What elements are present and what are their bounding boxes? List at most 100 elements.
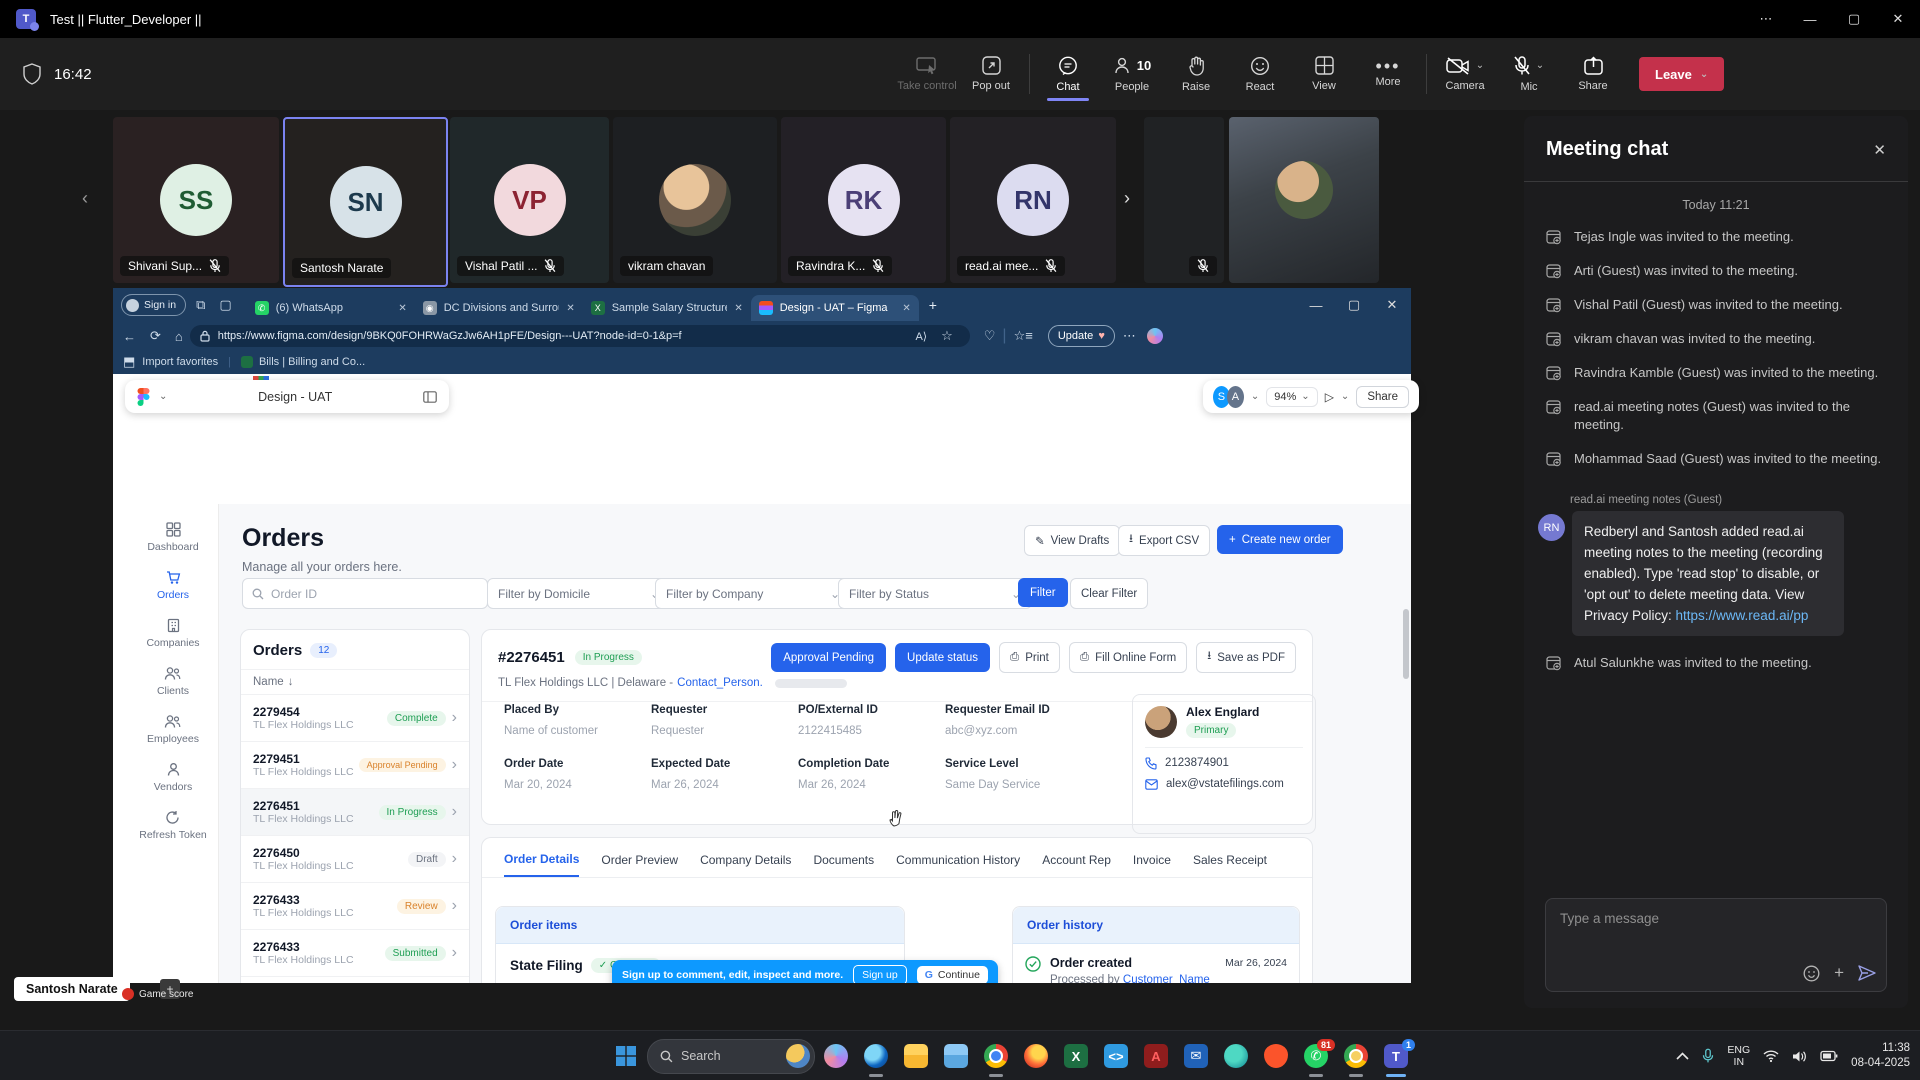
message-input[interactable]	[1558, 909, 1862, 953]
favorite-star-icon[interactable]: ☆	[941, 328, 953, 344]
tab-close-icon[interactable]: ✕	[734, 303, 742, 314]
new-tab-button[interactable]: +	[929, 297, 937, 313]
collaborators-chevron[interactable]: ⌄	[1251, 391, 1259, 402]
tab-account-rep[interactable]: Account Rep	[1042, 853, 1111, 876]
home-icon[interactable]: ⌂	[175, 329, 183, 344]
browser-minimize-button[interactable]: —	[1297, 288, 1335, 322]
battery-icon[interactable]	[1820, 1050, 1838, 1062]
present-icon[interactable]: ▷	[1325, 390, 1334, 404]
chat-button[interactable]: Chat	[1036, 43, 1100, 105]
privacy-policy-link[interactable]: https://www.read.ai/pp	[1676, 608, 1809, 623]
react-button[interactable]: React	[1228, 43, 1292, 105]
customer-name-link[interactable]: Customer_Name	[1123, 974, 1210, 983]
tab-invoice[interactable]: Invoice	[1133, 853, 1171, 876]
window-more-button[interactable]: ⋯	[1744, 0, 1788, 38]
video-tile[interactable]: RK Ravindra K...	[781, 117, 946, 283]
sort-descending-icon[interactable]: ↓	[288, 676, 294, 688]
mail-icon[interactable]: ✉	[1177, 1033, 1215, 1079]
tray-mic-icon[interactable]	[1702, 1048, 1714, 1064]
video-tile-camera-on[interactable]	[1229, 117, 1379, 283]
window-minimize-button[interactable]: —	[1788, 0, 1832, 38]
filter-domicile-dropdown[interactable]: Filter by Domicile⌄	[487, 578, 671, 609]
volume-icon[interactable]	[1792, 1050, 1807, 1063]
video-tile-active-speaker[interactable]: SN Santosh Narate	[283, 117, 448, 287]
send-icon[interactable]	[1858, 965, 1876, 981]
read-aloud-icon[interactable]: A⟩	[915, 330, 927, 343]
import-favorites-link[interactable]: Import favorites	[142, 356, 218, 368]
contact-email[interactable]: alex@vstatefilings.com	[1166, 778, 1284, 790]
brave-icon[interactable]	[1257, 1033, 1295, 1079]
window-close-button[interactable]: ✕	[1876, 0, 1920, 38]
video-tile[interactable]: RN read.ai mee...	[950, 117, 1116, 283]
tab-documents[interactable]: Documents	[813, 853, 874, 876]
chat-close-icon[interactable]: ✕	[1873, 141, 1886, 159]
window-maximize-button[interactable]: ▢	[1832, 0, 1876, 38]
tab-communication-history[interactable]: Communication History	[896, 853, 1020, 876]
filter-button[interactable]: Filter	[1018, 578, 1068, 607]
tab-order-details[interactable]: Order Details	[504, 852, 579, 877]
emoji-icon[interactable]	[1803, 965, 1820, 982]
explorer-icon[interactable]	[897, 1033, 935, 1079]
video-tile[interactable]: vikram chavan	[613, 117, 777, 283]
fill-online-form-button[interactable]: ⎙Fill Online Form	[1069, 642, 1187, 673]
filter-status-dropdown[interactable]: Filter by Status⌄	[838, 578, 1032, 609]
edge-icon[interactable]	[857, 1033, 895, 1079]
workspaces-icon[interactable]: ⧉	[196, 297, 205, 313]
more-button[interactable]: ••• More	[1356, 43, 1420, 105]
taskbar-search[interactable]: Search	[647, 1039, 815, 1074]
export-csv-button[interactable]: ⭳Export CSV	[1118, 525, 1210, 556]
firefox-icon[interactable]	[1017, 1033, 1055, 1079]
filter-company-dropdown[interactable]: Filter by Company⌄	[655, 578, 851, 609]
raise-hand-button[interactable]: Raise	[1164, 43, 1228, 105]
figma-share-button[interactable]: Share	[1356, 386, 1409, 408]
refresh-icon[interactable]: ⟳	[150, 328, 161, 344]
leave-button[interactable]: Leave ⌄	[1639, 57, 1724, 91]
compass-icon[interactable]	[1217, 1033, 1255, 1079]
acrobat-icon[interactable]: A	[1137, 1033, 1175, 1079]
tab-close-icon[interactable]: ✕	[398, 303, 406, 314]
copilot-icon[interactable]	[817, 1033, 855, 1079]
language-indicator[interactable]: ENGIN	[1727, 1044, 1750, 1068]
present-options-chevron[interactable]: ⌄	[1341, 391, 1349, 402]
teams-icon[interactable]: T1	[1377, 1033, 1415, 1079]
order-row[interactable]: 2279451TL Flex Holdings LLC Approval Pen…	[241, 741, 469, 788]
chat-input-box[interactable]: +	[1545, 898, 1887, 992]
browser-essentials-icon[interactable]: ♡	[984, 328, 996, 344]
mic-button[interactable]: ⌄ Mic	[1497, 43, 1561, 105]
view-button[interactable]: View	[1292, 43, 1356, 105]
chrome-profile-icon[interactable]	[1337, 1033, 1375, 1079]
column-header-name[interactable]: Name	[253, 676, 284, 688]
game-score-widget[interactable]: Game score	[122, 988, 193, 1000]
view-drafts-button[interactable]: ✎View Drafts	[1024, 525, 1120, 556]
order-row[interactable]: 2276433TL Flex Holdings LLC Review ›	[241, 882, 469, 929]
browser-maximize-button[interactable]: ▢	[1335, 288, 1373, 322]
tiles-scroll-right-button[interactable]: ›	[1124, 188, 1130, 209]
back-icon[interactable]: ←	[123, 329, 136, 344]
start-button[interactable]	[607, 1033, 645, 1079]
copilot-icon[interactable]	[1147, 328, 1163, 344]
attach-plus-icon[interactable]: +	[1834, 963, 1844, 983]
video-tile[interactable]: VP Vishal Patil ...	[450, 117, 609, 283]
update-status-button[interactable]: Update status	[895, 643, 990, 672]
collaborator-avatar-a[interactable]: A	[1227, 386, 1244, 408]
browser-tab-excel[interactable]: X Sample Salary Structure with calc ✕	[583, 295, 751, 321]
tab-company-details[interactable]: Company Details	[700, 853, 791, 876]
browser-tab-whatsapp[interactable]: ✆ (6) WhatsApp ✕	[247, 295, 415, 321]
tab-close-icon[interactable]: ✕	[566, 303, 574, 314]
take-control-button[interactable]: Take control	[895, 43, 959, 105]
clock[interactable]: 11:38 08-04-2025	[1851, 1041, 1910, 1071]
sidebar-item-employees[interactable]: Employees	[147, 714, 199, 745]
tab-actions-icon[interactable]: ▢	[219, 297, 231, 313]
browser-tab-maps[interactable]: ◉ DC Divisions and Surroundings ✕	[415, 295, 583, 321]
camera-button[interactable]: ⌄ Camera	[1433, 43, 1497, 105]
tray-expand-chevron[interactable]	[1676, 1052, 1689, 1060]
order-row[interactable]: 2276450TL Flex Holdings LLC Draft ›	[241, 835, 469, 882]
signup-button[interactable]: Sign up	[853, 965, 907, 983]
tab-close-icon[interactable]: ✕	[902, 303, 910, 314]
canvas-scrollbar[interactable]	[1403, 609, 1409, 679]
approval-pending-button[interactable]: Approval Pending	[771, 643, 886, 672]
camera-options-chevron[interactable]: ⌄	[1476, 60, 1484, 71]
tab-sales-receipt[interactable]: Sales Receipt	[1193, 853, 1267, 876]
tab-order-preview[interactable]: Order Preview	[601, 853, 678, 876]
pop-out-button[interactable]: Pop out	[959, 43, 1023, 105]
